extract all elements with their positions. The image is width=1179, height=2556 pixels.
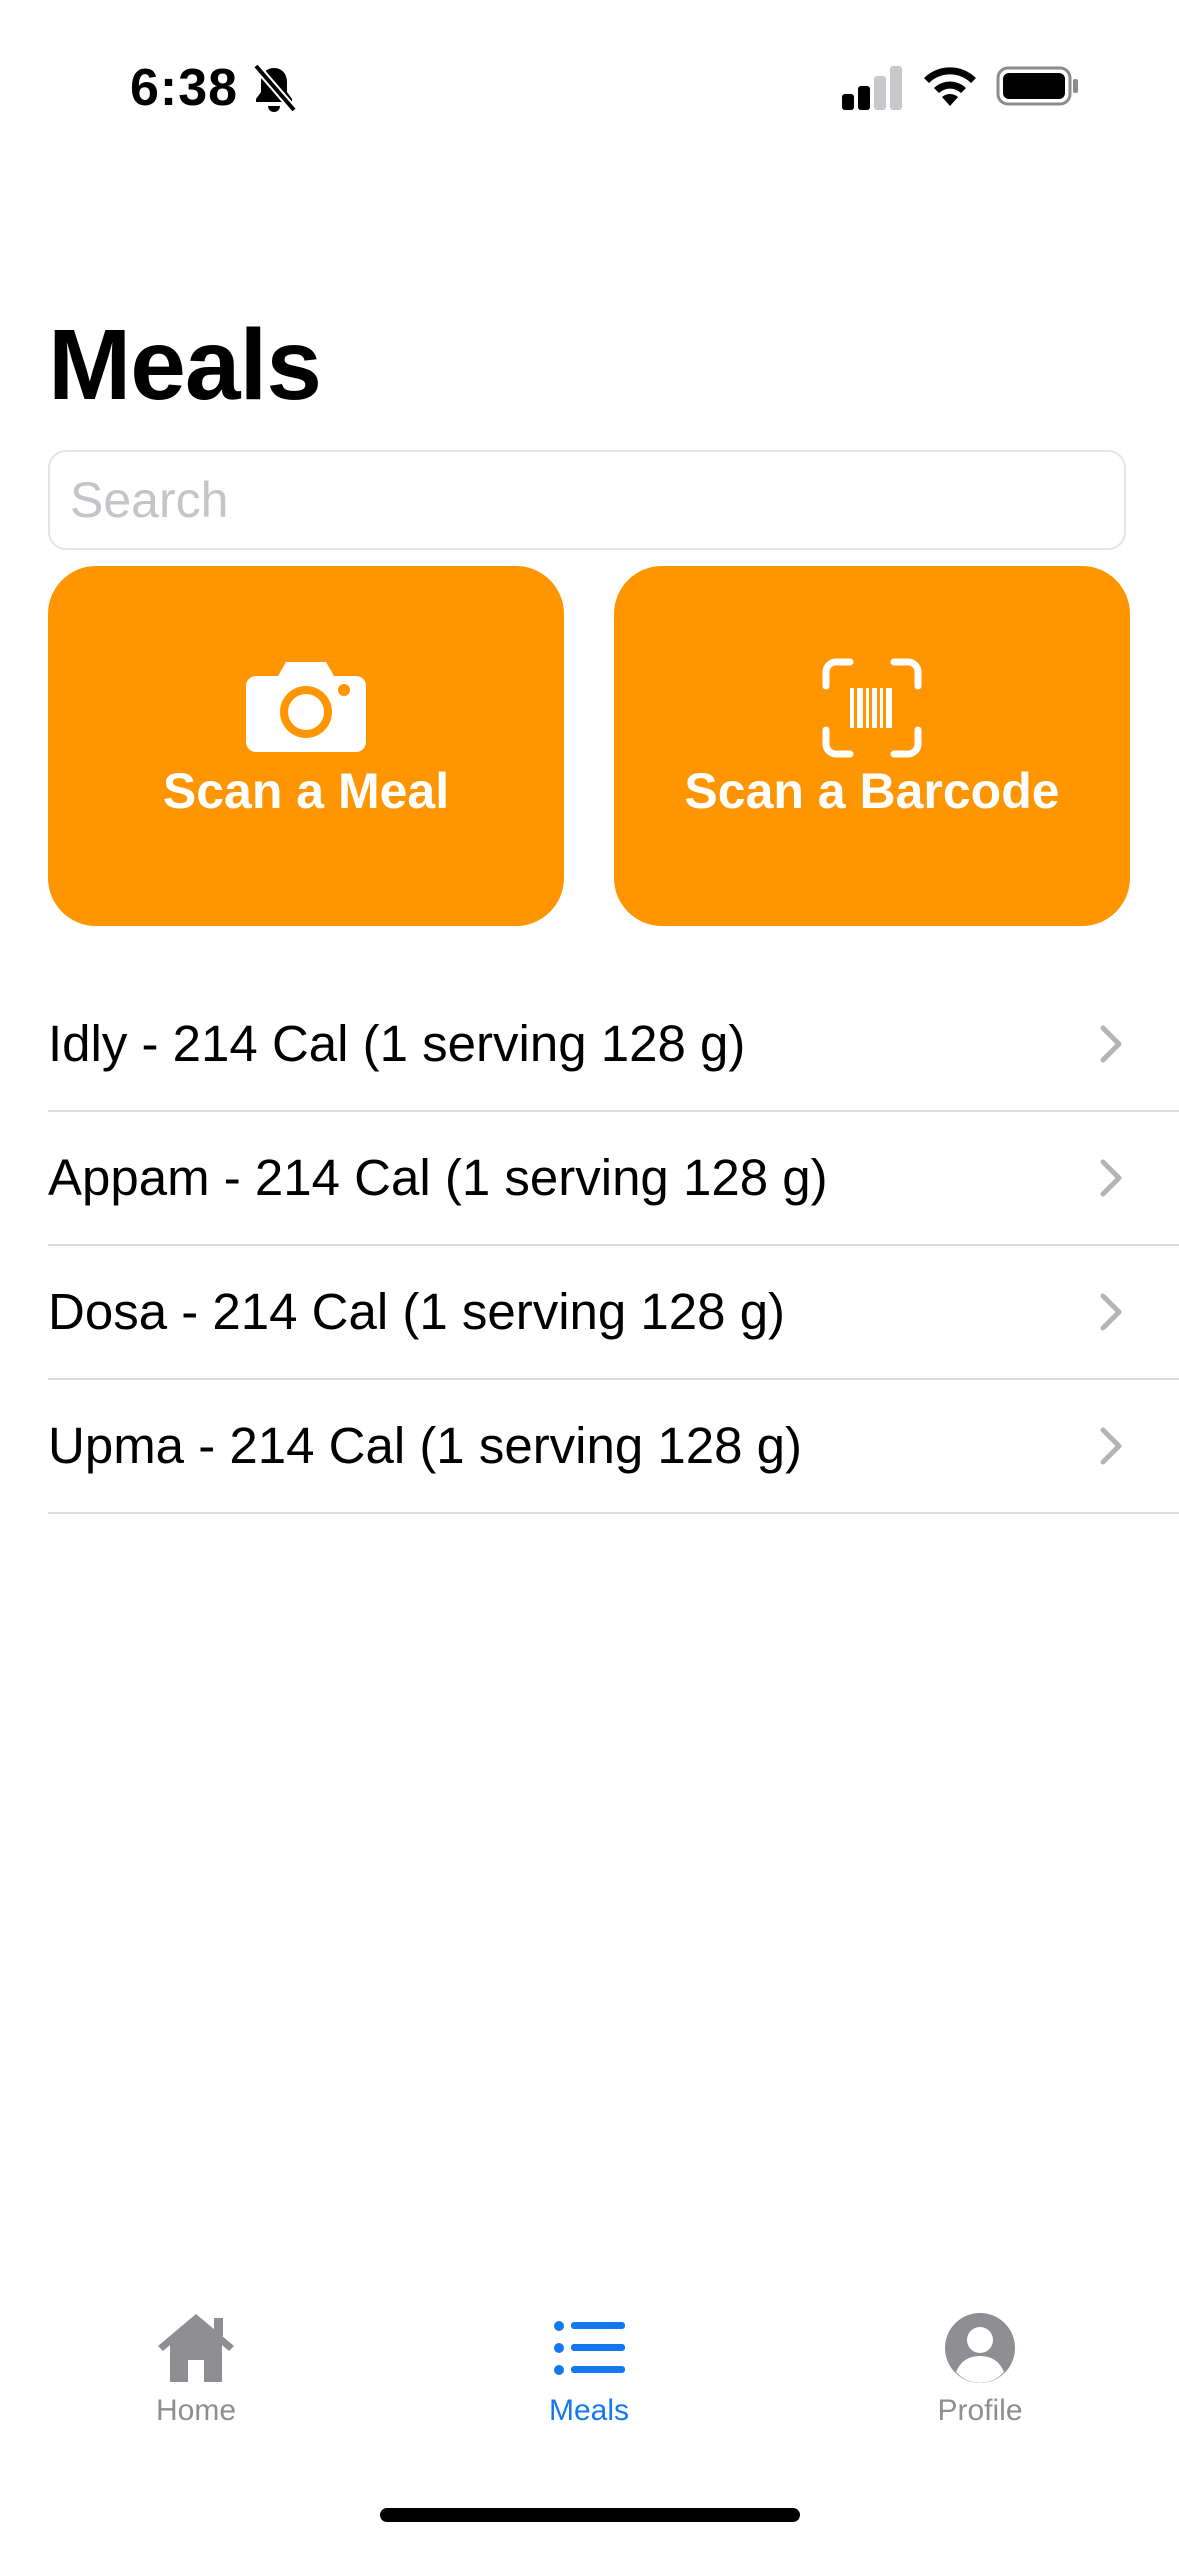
bell-slash-icon xyxy=(252,63,298,113)
scan-barcode-button[interactable]: Scan a Barcode xyxy=(614,566,1130,926)
tab-home[interactable]: Home xyxy=(76,2310,316,2428)
status-time: 6:38 xyxy=(130,59,239,117)
tab-bar: Home Meals Profile xyxy=(0,2310,1179,2470)
battery-icon xyxy=(996,66,1078,106)
chevron-right-icon xyxy=(1100,1025,1122,1063)
scan-meal-label: Scan a Meal xyxy=(162,763,450,819)
page-title: Meals xyxy=(48,309,322,421)
meal-row-label: Dosa - 214 Cal (1 serving 128 g) xyxy=(48,1283,786,1340)
tab-home-label: Home xyxy=(155,2394,237,2427)
cellular-signal-icon xyxy=(842,66,902,110)
meal-list: Idly - 214 Cal (1 serving 128 g) Appam -… xyxy=(48,978,1179,1514)
chevron-right-icon xyxy=(1100,1427,1122,1465)
tab-profile[interactable]: Profile xyxy=(860,2310,1100,2428)
chevron-right-icon xyxy=(1100,1159,1122,1197)
meal-row-label: Idly - 214 Cal (1 serving 128 g) xyxy=(48,1015,746,1072)
wifi-icon xyxy=(924,67,976,106)
chevron-right-icon xyxy=(1100,1293,1122,1331)
search-input[interactable] xyxy=(48,450,1126,550)
home-indicator[interactable] xyxy=(380,2508,800,2522)
tab-meals-label: Meals xyxy=(548,2394,630,2427)
camera-icon xyxy=(246,662,366,752)
person-circle-icon xyxy=(945,2313,1015,2383)
barcode-viewfinder-icon xyxy=(822,658,922,758)
tab-meals[interactable]: Meals xyxy=(469,2310,709,2428)
scan-meal-button[interactable]: Scan a Meal xyxy=(48,566,564,926)
meal-row-label: Upma - 214 Cal (1 serving 128 g) xyxy=(48,1417,803,1474)
tab-profile-label: Profile xyxy=(937,2394,1023,2427)
scan-barcode-label: Scan a Barcode xyxy=(684,763,1060,819)
meal-row[interactable]: Upma - 214 Cal (1 serving 128 g) xyxy=(48,1380,1179,1514)
meal-row-label: Appam - 214 Cal (1 serving 128 g) xyxy=(48,1149,828,1206)
meal-row[interactable]: Dosa - 214 Cal (1 serving 128 g) xyxy=(48,1246,1179,1380)
list-icon xyxy=(554,2321,625,2375)
meal-row[interactable]: Appam - 214 Cal (1 serving 128 g) xyxy=(48,1112,1179,1246)
meal-row[interactable]: Idly - 214 Cal (1 serving 128 g) xyxy=(48,978,1179,1112)
house-icon xyxy=(158,2314,234,2382)
